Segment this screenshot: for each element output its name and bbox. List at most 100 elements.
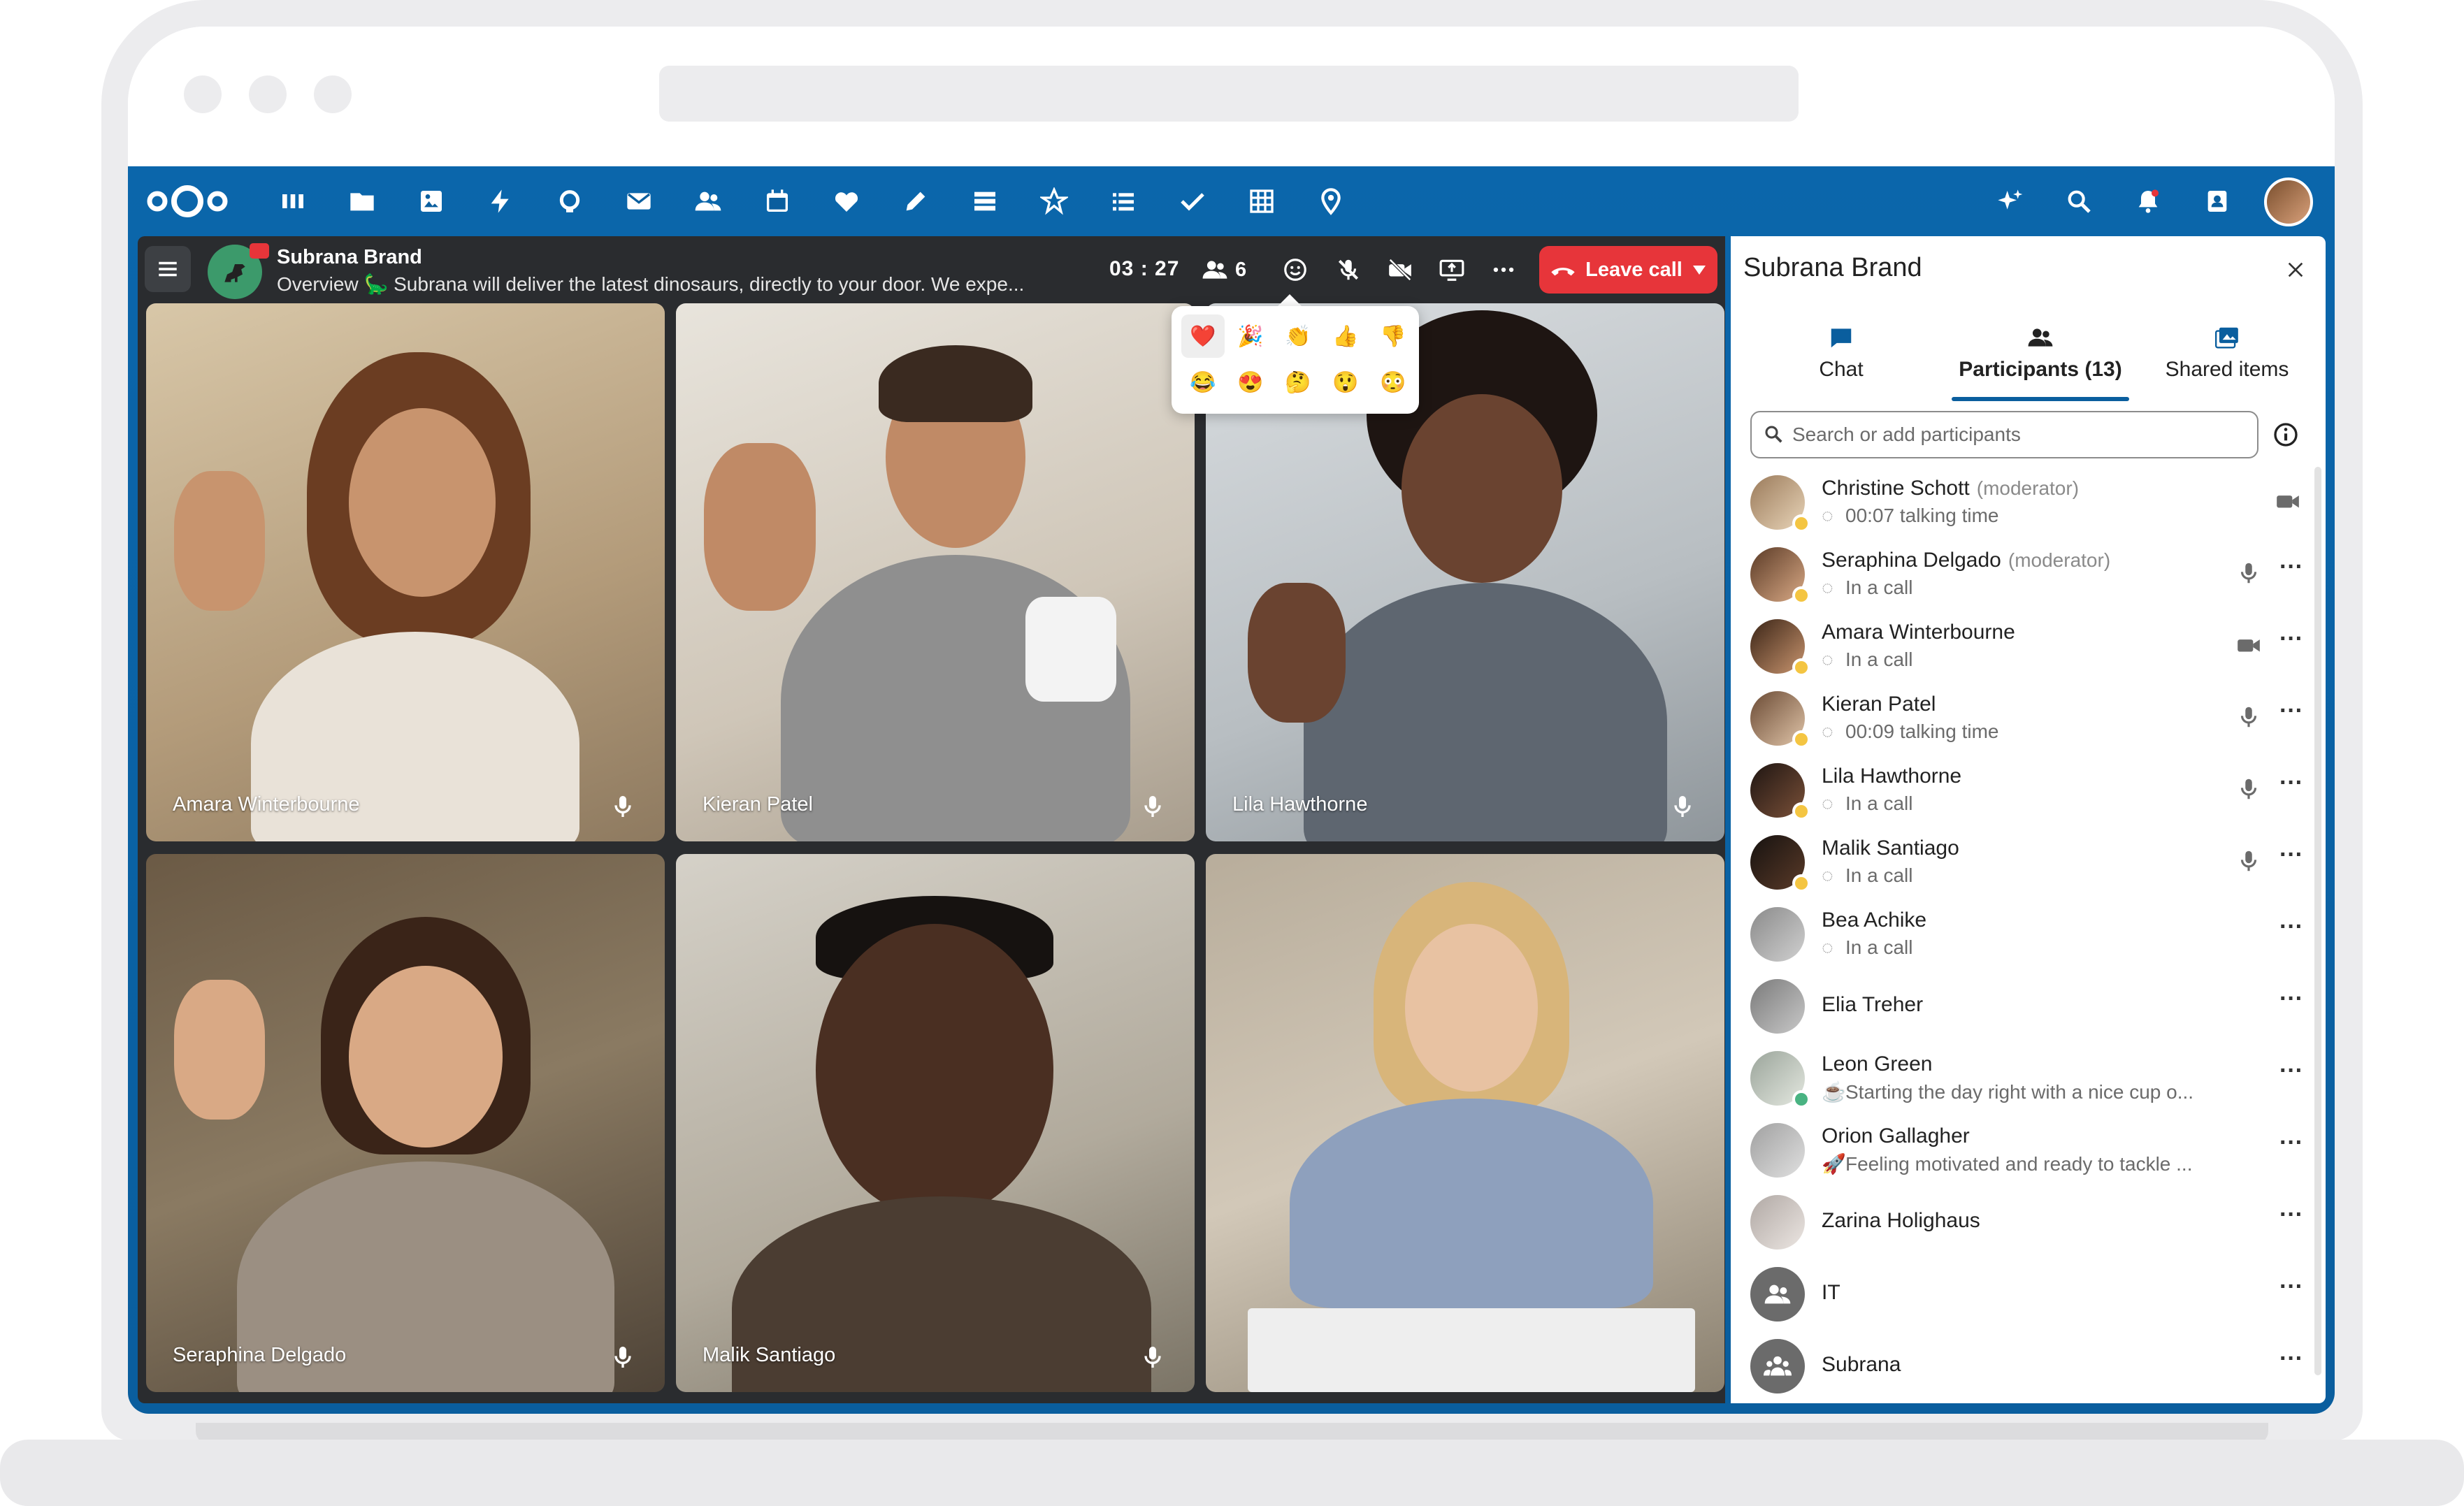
- more-options-button[interactable]: ···: [2277, 1347, 2305, 1378]
- reaction-flushed[interactable]: 😳: [1371, 361, 1415, 404]
- calendar-icon[interactable]: [761, 184, 794, 218]
- mail-icon[interactable]: [622, 184, 656, 218]
- more-options-button[interactable]: ···: [2277, 771, 2305, 802]
- call-view: Subrana Brand Overview 🦕 Subrana will de…: [138, 236, 1725, 1403]
- participant-row[interactable]: Amara Winterbourne ◌ In a call ···: [1731, 611, 2326, 681]
- info-icon[interactable]: [2272, 421, 2300, 449]
- photos-icon[interactable]: [415, 184, 448, 218]
- participant-row[interactable]: Bea Achike ◌ In a call ···: [1731, 899, 2326, 969]
- list-icon[interactable]: [1107, 184, 1140, 218]
- user-avatar[interactable]: [2264, 178, 2313, 226]
- scrollbar[interactable]: [2314, 467, 2321, 1375]
- tab-chat[interactable]: Chat: [1750, 319, 1932, 401]
- reaction-thinking[interactable]: 🤔: [1276, 361, 1320, 404]
- more-options-button[interactable]: ···: [2277, 1275, 2305, 1306]
- participant-row[interactable]: Malik Santiago ◌ In a call ···: [1731, 827, 2326, 897]
- reaction-thumbs-up[interactable]: 👍: [1324, 314, 1367, 358]
- dashboard-icon[interactable]: [276, 184, 310, 218]
- reaction-party[interactable]: 🎉: [1229, 314, 1272, 358]
- tab-participants[interactable]: Participants (13): [1946, 319, 2135, 401]
- talk-icon[interactable]: [553, 184, 586, 218]
- participant-row[interactable]: Orion Gallagher 🚀Feeling motivated and r…: [1731, 1115, 2326, 1185]
- participant-row[interactable]: Christine Schott (moderator) ◌ 00:07 talki…: [1731, 467, 2326, 537]
- maps-icon[interactable]: [1314, 184, 1348, 218]
- notes-icon[interactable]: [899, 184, 932, 218]
- search-icon[interactable]: [2062, 184, 2096, 218]
- participant-row[interactable]: Seraphina Delgado (moderator) ◌ In a call …: [1731, 539, 2326, 609]
- participant-row[interactable]: Lila Hawthorne ◌ In a call ···: [1731, 755, 2326, 825]
- more-actions-button[interactable]: [1488, 254, 1519, 285]
- reaction-laugh[interactable]: 😂: [1181, 361, 1225, 404]
- reaction-thumbs-down[interactable]: 👎: [1371, 314, 1415, 358]
- participant-name-text: Leon Green: [1822, 1052, 1933, 1076]
- participant-status: ◌ 00:07 talking time: [1822, 505, 1999, 526]
- nextcloud-logo[interactable]: [145, 183, 230, 219]
- participant-name: Christine Schott (moderator): [1822, 477, 2079, 500]
- window-dot: [184, 75, 222, 113]
- video-tile[interactable]: Seraphina Delgado: [146, 854, 665, 1392]
- participant-row[interactable]: Leon Green ☕Starting the day right with …: [1731, 1043, 2326, 1113]
- screen-share-button[interactable]: [1436, 254, 1467, 285]
- leave-call-button[interactable]: Leave call: [1539, 246, 1717, 294]
- more-options-button[interactable]: ···: [2277, 1059, 2305, 1090]
- contacts-menu-icon[interactable]: [2200, 184, 2234, 218]
- favorites-icon[interactable]: [830, 184, 863, 218]
- camera-toggle[interactable]: [1385, 254, 1415, 285]
- participants-button[interactable]: 6: [1202, 254, 1246, 285]
- video-tile[interactable]: Kieran Patel: [676, 303, 1195, 841]
- deck-icon[interactable]: [968, 184, 1002, 218]
- participant-status-text: Feeling motivated and ready to tackle ..…: [1845, 1153, 2193, 1175]
- call-top-bar: Subrana Brand Overview 🦕 Subrana will de…: [138, 236, 1725, 303]
- close-icon[interactable]: [2284, 259, 2307, 281]
- more-options-button[interactable]: ···: [2277, 1203, 2305, 1234]
- video-icon: [2238, 639, 2260, 652]
- group-row[interactable]: IT ···: [1731, 1259, 2326, 1328]
- participant-name-text: IT: [1822, 1281, 1840, 1304]
- participant-search-input[interactable]: Search or add participants: [1750, 411, 2258, 458]
- tables-icon[interactable]: [1245, 184, 1278, 218]
- assistant-icon[interactable]: [1993, 184, 2026, 218]
- reaction-heart-eyes[interactable]: 😍: [1229, 361, 1272, 404]
- leave-call-label: Leave call: [1585, 258, 1683, 281]
- participant-name-text: Kieran Patel: [1822, 693, 1936, 716]
- group-row[interactable]: Subrana ···: [1731, 1331, 2326, 1400]
- participant-status-text: In a call: [1845, 649, 1913, 670]
- participant-name: Orion Gallagher: [1822, 1124, 1970, 1148]
- participant-row[interactable]: Elia Treher ···: [1731, 971, 2326, 1041]
- participant-name: Kieran Patel: [1822, 693, 1936, 716]
- more-options-button[interactable]: ···: [2277, 1131, 2305, 1162]
- top-navigation: [128, 166, 2335, 236]
- tab-shared-items[interactable]: Shared items: [2143, 319, 2311, 401]
- reaction-heart[interactable]: ❤️: [1181, 314, 1225, 358]
- reaction-surprised[interactable]: 😲: [1324, 361, 1367, 404]
- menu-button[interactable]: [145, 246, 191, 292]
- more-options-button[interactable]: ···: [2277, 915, 2305, 946]
- reaction-clap[interactable]: 👏: [1276, 314, 1320, 358]
- video-tile[interactable]: Malik Santiago: [676, 854, 1195, 1392]
- microphone-toggle[interactable]: [1333, 254, 1364, 285]
- participant-row[interactable]: Kieran Patel ◌ 00:09 talking time ···: [1731, 683, 2326, 753]
- more-options-button[interactable]: ···: [2277, 699, 2305, 730]
- reaction-button[interactable]: [1280, 254, 1311, 285]
- checkmark-icon[interactable]: [1176, 184, 1209, 218]
- more-options-button[interactable]: ···: [2277, 843, 2305, 874]
- video-tile[interactable]: Amara Winterbourne: [146, 303, 665, 841]
- tasks-icon[interactable]: [1037, 184, 1071, 218]
- more-options-button[interactable]: ···: [2277, 555, 2305, 586]
- microphone-icon: [1144, 1347, 1161, 1368]
- group-icon: [1764, 1356, 1792, 1376]
- participant-status-text: In a call: [1845, 577, 1913, 598]
- notifications-icon[interactable]: [2131, 184, 2165, 218]
- more-options-button[interactable]: ···: [2277, 627, 2305, 658]
- address-bar[interactable]: [659, 66, 1799, 122]
- files-icon[interactable]: [345, 184, 379, 218]
- people-icon: [2028, 328, 2053, 347]
- nextcloud-app: Subrana Brand Overview 🦕 Subrana will de…: [128, 166, 2335, 1414]
- more-options-button[interactable]: ···: [2277, 987, 2305, 1018]
- video-tile[interactable]: [1206, 854, 1724, 1392]
- activity-icon[interactable]: [484, 184, 517, 218]
- contacts-icon[interactable]: [691, 184, 725, 218]
- participant-name: Amara Winterbourne: [1822, 621, 2015, 644]
- avatar: [1750, 1123, 1805, 1178]
- participant-row[interactable]: Zarina Holighaus ···: [1731, 1187, 2326, 1257]
